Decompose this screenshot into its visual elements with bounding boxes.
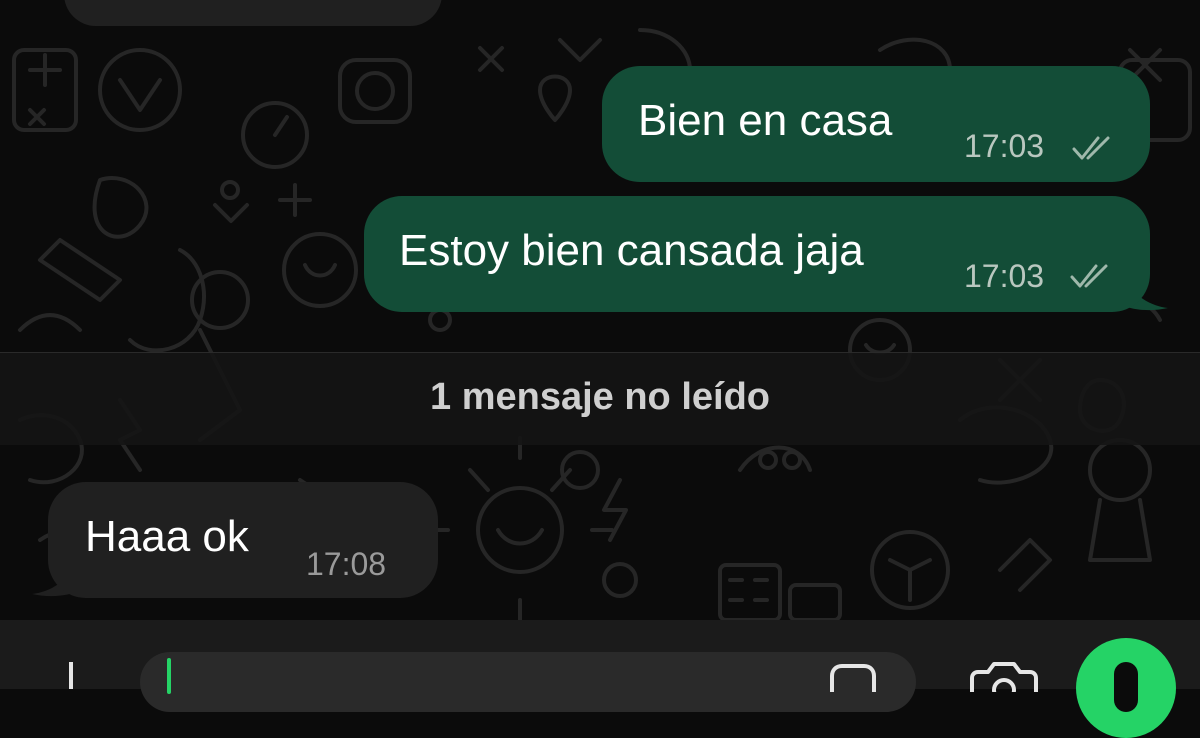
message-text: Haaa ok: [85, 512, 249, 561]
message-timestamp: 17:03: [964, 128, 1045, 164]
plus-icon[interactable]: [60, 662, 82, 689]
camera-icon[interactable]: [968, 662, 1040, 692]
message-timestamp: 17:03: [964, 258, 1045, 294]
message-text: Bien en casa: [638, 96, 893, 145]
double-check-icon: [1070, 264, 1108, 288]
unread-divider-label: 1 mensaje no leído: [430, 376, 770, 418]
outgoing-message-bubble[interactable]: Estoy bien cansada jaja 17:03: [364, 196, 1150, 312]
message-timestamp: 17:08: [306, 546, 387, 582]
double-check-icon: [1072, 136, 1110, 160]
incoming-message-bubble[interactable]: Haaa ok 17:08: [48, 482, 438, 598]
message-input[interactable]: [140, 652, 916, 712]
previous-message-bubble[interactable]: [64, 0, 442, 26]
microphone-button[interactable]: [1076, 638, 1176, 738]
message-text: Estoy bien cansada jaja: [399, 226, 864, 275]
microphone-icon: [1114, 662, 1138, 712]
outgoing-message-bubble[interactable]: Bien en casa 17:03: [602, 66, 1150, 182]
sticker-icon[interactable]: [826, 664, 880, 694]
